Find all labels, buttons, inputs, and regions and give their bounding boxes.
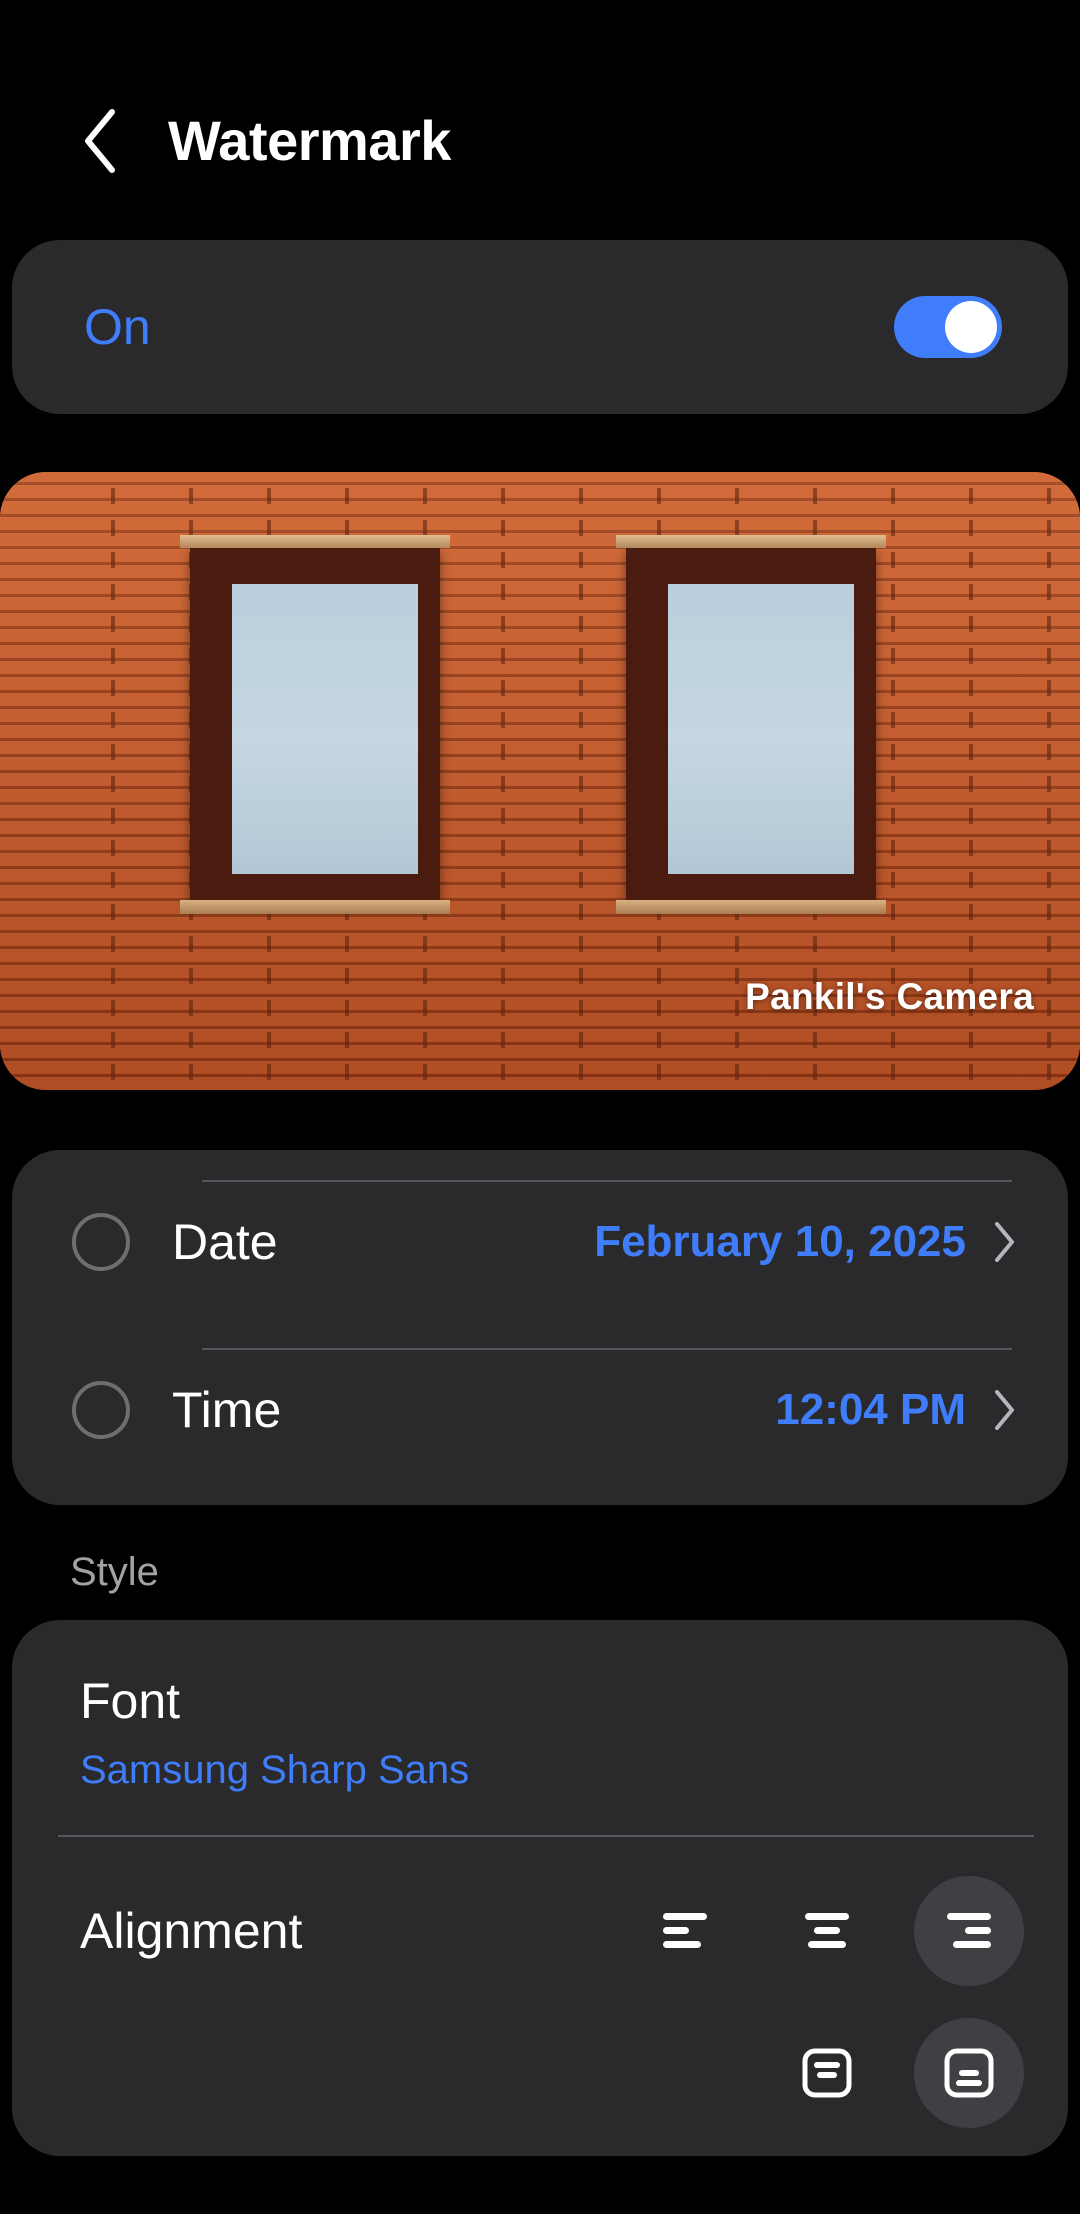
align-center-icon[interactable] [772, 1876, 882, 1986]
date-time-card: Date February 10, 2025 Time 12:04 PM [12, 1150, 1068, 1505]
align-right-icon[interactable] [914, 1876, 1024, 1986]
back-button[interactable] [52, 93, 148, 189]
alignment-label: Alignment [80, 1903, 303, 1959]
chevron-left-icon [78, 106, 122, 176]
window-right [616, 535, 886, 914]
window-glass [668, 584, 854, 874]
position-bottom-icon[interactable] [914, 2018, 1024, 2128]
date-row[interactable]: Date February 10, 2025 [12, 1158, 1068, 1326]
time-value-group[interactable]: 12:04 PM [775, 1388, 1018, 1432]
style-card: Font Samsung Sharp Sans Alignment [12, 1620, 1068, 2156]
watermark-preview-image: Pankil's Camera [0, 472, 1080, 1090]
date-checkbox[interactable] [72, 1213, 130, 1271]
window-sill [616, 900, 886, 914]
date-value-group[interactable]: February 10, 2025 [594, 1220, 1018, 1264]
watermark-toggle-switch[interactable] [894, 296, 1002, 358]
time-label: Time [172, 1382, 282, 1438]
align-left-icon[interactable] [630, 1876, 740, 1986]
app-header: Watermark [0, 86, 1080, 196]
page-title: Watermark [168, 109, 451, 172]
font-label: Font [80, 1673, 181, 1729]
position-top-icon[interactable] [772, 2018, 882, 2128]
window-left [180, 535, 450, 914]
time-value: 12:04 PM [775, 1385, 966, 1434]
date-value: February 10, 2025 [594, 1217, 966, 1266]
window-lintel [180, 535, 450, 548]
watermark-toggle-label: On [84, 299, 151, 355]
alignment-options [630, 1876, 1024, 1986]
date-label: Date [172, 1214, 278, 1270]
font-row[interactable]: Font Samsung Sharp Sans [12, 1620, 1068, 1790]
time-row[interactable]: Time 12:04 PM [12, 1326, 1068, 1494]
position-options [12, 2008, 1068, 2138]
chevron-right-icon [992, 1220, 1018, 1264]
window-sill [180, 900, 450, 914]
watermark-settings-screen: Watermark On Pankil's Camera Date Februa… [0, 0, 1080, 2214]
window-glass [232, 584, 418, 874]
toggle-knob [945, 301, 997, 353]
font-value: Samsung Sharp Sans [80, 1748, 470, 1792]
divider [58, 1835, 1034, 1837]
watermark-text: Pankil's Camera [745, 976, 1034, 1017]
alignment-row: Alignment [12, 1856, 1068, 2006]
chevron-right-icon [992, 1388, 1018, 1432]
window-lintel [616, 535, 886, 548]
time-checkbox[interactable] [72, 1381, 130, 1439]
style-section-header: Style [70, 1550, 159, 1594]
watermark-toggle-row[interactable]: On [12, 240, 1068, 414]
